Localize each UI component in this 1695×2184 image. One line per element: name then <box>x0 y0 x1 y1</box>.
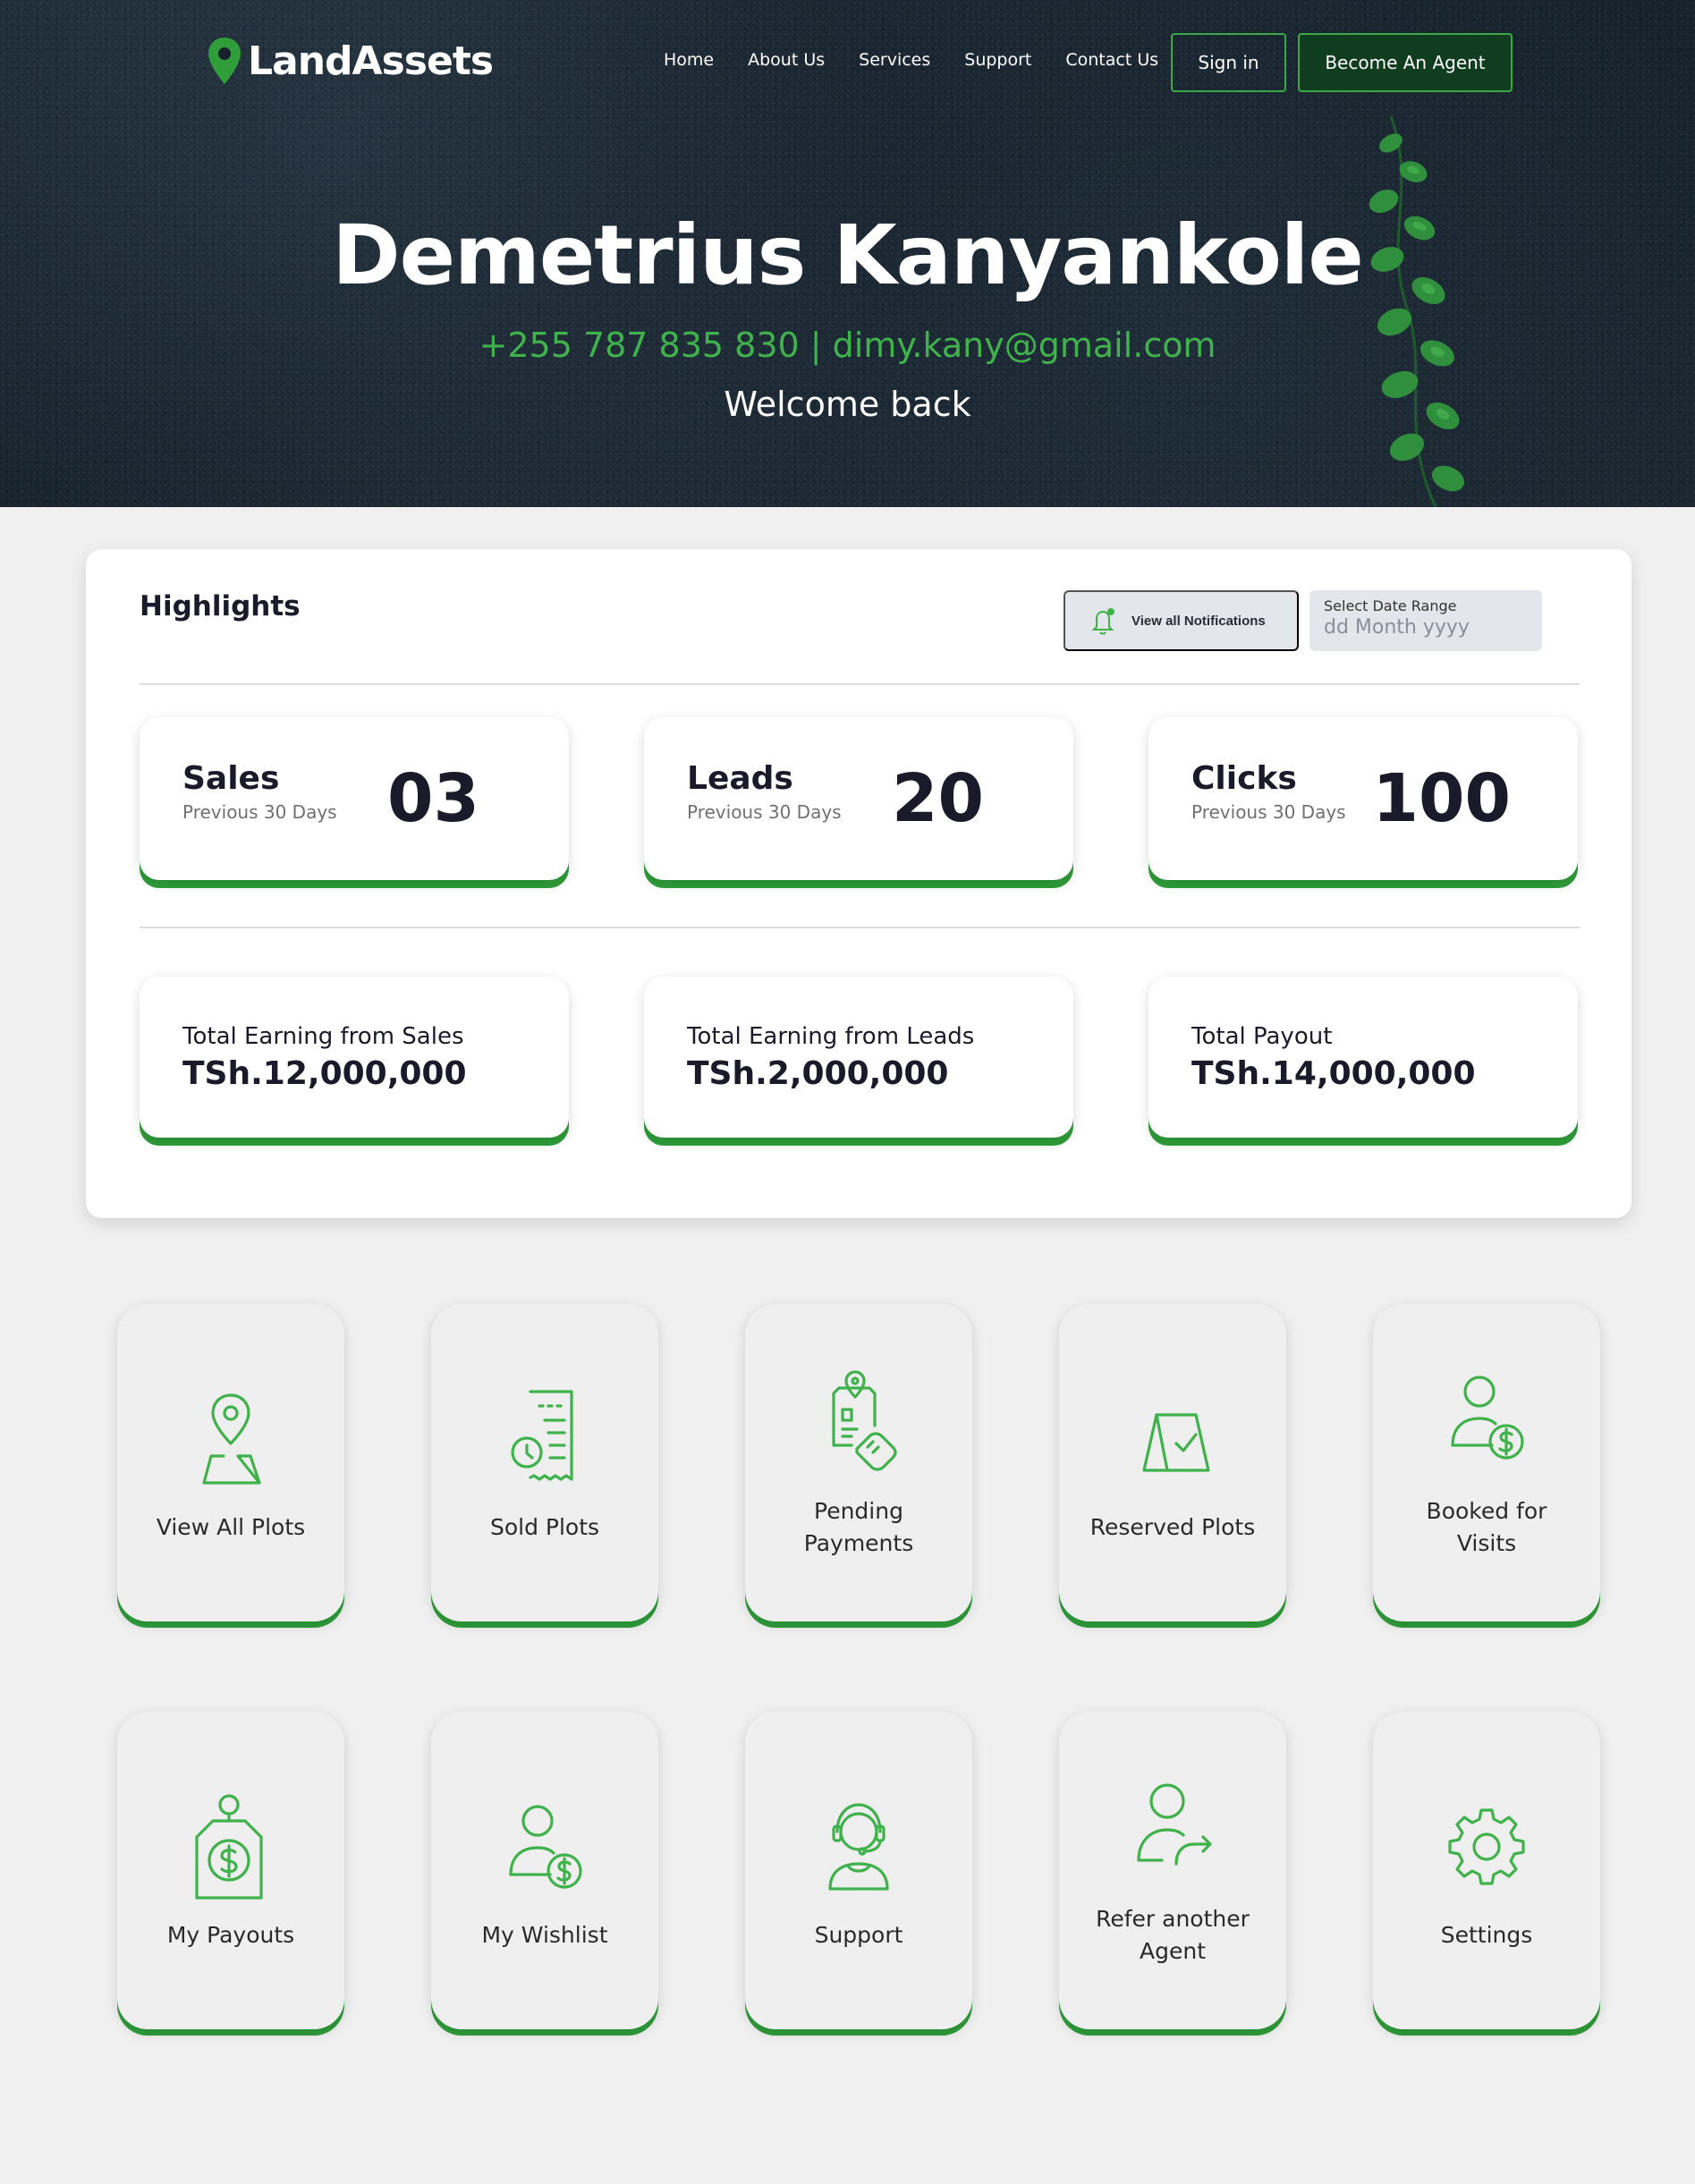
hero-banner: LandAssets Home About Us Services Suppor… <box>0 0 1695 507</box>
sales-stat-card[interactable]: Sales Previous 30 Days 03 <box>140 717 569 880</box>
earning-label: Total Earning from Leads <box>687 1023 975 1050</box>
leads-stat-card[interactable]: Leads Previous 30 Days 20 <box>644 717 1073 880</box>
leads-earnings-card[interactable]: Total Earning from Leads TSh.2,000,000 <box>644 977 1073 1138</box>
earning-value: TSh.2,000,000 <box>687 1055 949 1092</box>
tile-my-payouts[interactable]: My Payouts <box>117 1712 344 2029</box>
tile-label: Booked for Visits <box>1426 1497 1547 1556</box>
receipt-clock-icon <box>511 1389 573 1481</box>
become-agent-button[interactable]: Become An Agent <box>1298 33 1513 92</box>
date-range-input[interactable]: dd Month yyyy <box>1324 616 1528 639</box>
sign-in-button[interactable]: Sign in <box>1171 33 1286 92</box>
stat-period: Previous 30 Days <box>182 801 337 823</box>
vine-decoration-image <box>1369 116 1465 507</box>
tile-support[interactable]: Support <box>745 1712 972 2029</box>
view-notifications-label: View all Notifications <box>1131 613 1266 629</box>
tile-label: Reserved Plots <box>1089 1513 1256 1540</box>
brand-name: LandAssets <box>248 38 494 84</box>
main-nav: Home About Us Services Support Contact U… <box>664 50 1158 70</box>
bag-check-icon <box>1142 1412 1210 1472</box>
total-payout-card[interactable]: Total Payout TSh.14,000,000 <box>1148 977 1578 1138</box>
map-pin-logo-icon <box>208 38 241 84</box>
tile-label: Pending Payments <box>803 1497 914 1556</box>
view-notifications-button[interactable]: View all Notifications <box>1064 590 1299 651</box>
hand-card-icon <box>832 1369 897 1471</box>
stat-period: Previous 30 Days <box>687 801 842 823</box>
tile-label: Settings <box>1440 1921 1533 1948</box>
earning-label: Total Earning from Sales <box>182 1023 464 1050</box>
stat-label: Leads <box>687 760 793 797</box>
stat-label: Clicks <box>1191 760 1297 797</box>
nav-about-link[interactable]: About Us <box>748 50 825 70</box>
earning-label: Total Payout <box>1191 1023 1333 1050</box>
stat-value: 20 <box>892 760 984 837</box>
earning-value: TSh.12,000,000 <box>182 1055 467 1092</box>
divider <box>140 683 1580 685</box>
earning-value: TSh.14,000,000 <box>1191 1055 1476 1092</box>
nav-support-link[interactable]: Support <box>964 50 1031 70</box>
tile-sold-plots[interactable]: Sold Plots <box>431 1304 658 1621</box>
nav-home-link[interactable]: Home <box>664 50 714 70</box>
nav-services-link[interactable]: Services <box>859 50 930 70</box>
highlights-title: Highlights <box>140 590 301 622</box>
tile-refer-agent[interactable]: Refer another Agent <box>1059 1712 1286 2029</box>
tile-my-wishlist[interactable]: My Wishlist <box>431 1712 658 2029</box>
tile-label: Support <box>814 1921 903 1948</box>
tile-label: Sold Plots <box>489 1513 600 1540</box>
tile-pending-payments[interactable]: Pending Payments <box>745 1304 972 1621</box>
nav-contact-link[interactable]: Contact Us <box>1065 50 1158 70</box>
welcome-message: Welcome back <box>724 385 971 424</box>
tile-view-all-plots[interactable]: View All Plots <box>117 1304 344 1621</box>
tile-reserved-plots[interactable]: Reserved Plots <box>1059 1304 1286 1621</box>
user-dollar-icon <box>509 1804 582 1889</box>
brand-logo[interactable]: LandAssets <box>207 36 494 86</box>
divider <box>140 927 1580 928</box>
user-share-icon <box>1137 1782 1212 1866</box>
agent-contact: +255 787 835 830 | dimy.kany@gmail.com <box>479 326 1216 365</box>
gear-icon <box>1448 1807 1525 1885</box>
tile-label: My Wishlist <box>481 1921 608 1948</box>
stat-label: Sales <box>182 760 280 797</box>
headset-agent-icon <box>828 1802 889 1891</box>
stat-value: 03 <box>387 760 479 837</box>
stat-period: Previous 30 Days <box>1191 801 1346 823</box>
tile-settings[interactable]: Settings <box>1373 1712 1600 2029</box>
highlights-panel: Highlights View all Notifications Select… <box>86 549 1631 1218</box>
stat-value: 100 <box>1372 760 1511 837</box>
clicks-stat-card[interactable]: Clicks Previous 30 Days 100 <box>1148 717 1578 880</box>
bell-icon <box>1091 608 1114 635</box>
sales-earnings-card[interactable]: Total Earning from Sales TSh.12,000,000 <box>140 977 569 1138</box>
date-range-picker[interactable]: Select Date Range dd Month yyyy <box>1309 590 1542 651</box>
agent-name: Demetrius Kanyankole <box>332 207 1363 303</box>
tile-booked-for-visits[interactable]: Booked for Visits <box>1373 1304 1600 1621</box>
date-range-label: Select Date Range <box>1324 597 1457 614</box>
price-tag-dollar-icon <box>195 1793 263 1900</box>
tile-label: View All Plots <box>156 1513 306 1540</box>
map-pin-icon <box>202 1393 261 1485</box>
tile-label: My Payouts <box>166 1921 295 1948</box>
user-dollar-icon <box>1451 1375 1524 1460</box>
tile-label: Refer another Agent <box>1096 1905 1250 1964</box>
